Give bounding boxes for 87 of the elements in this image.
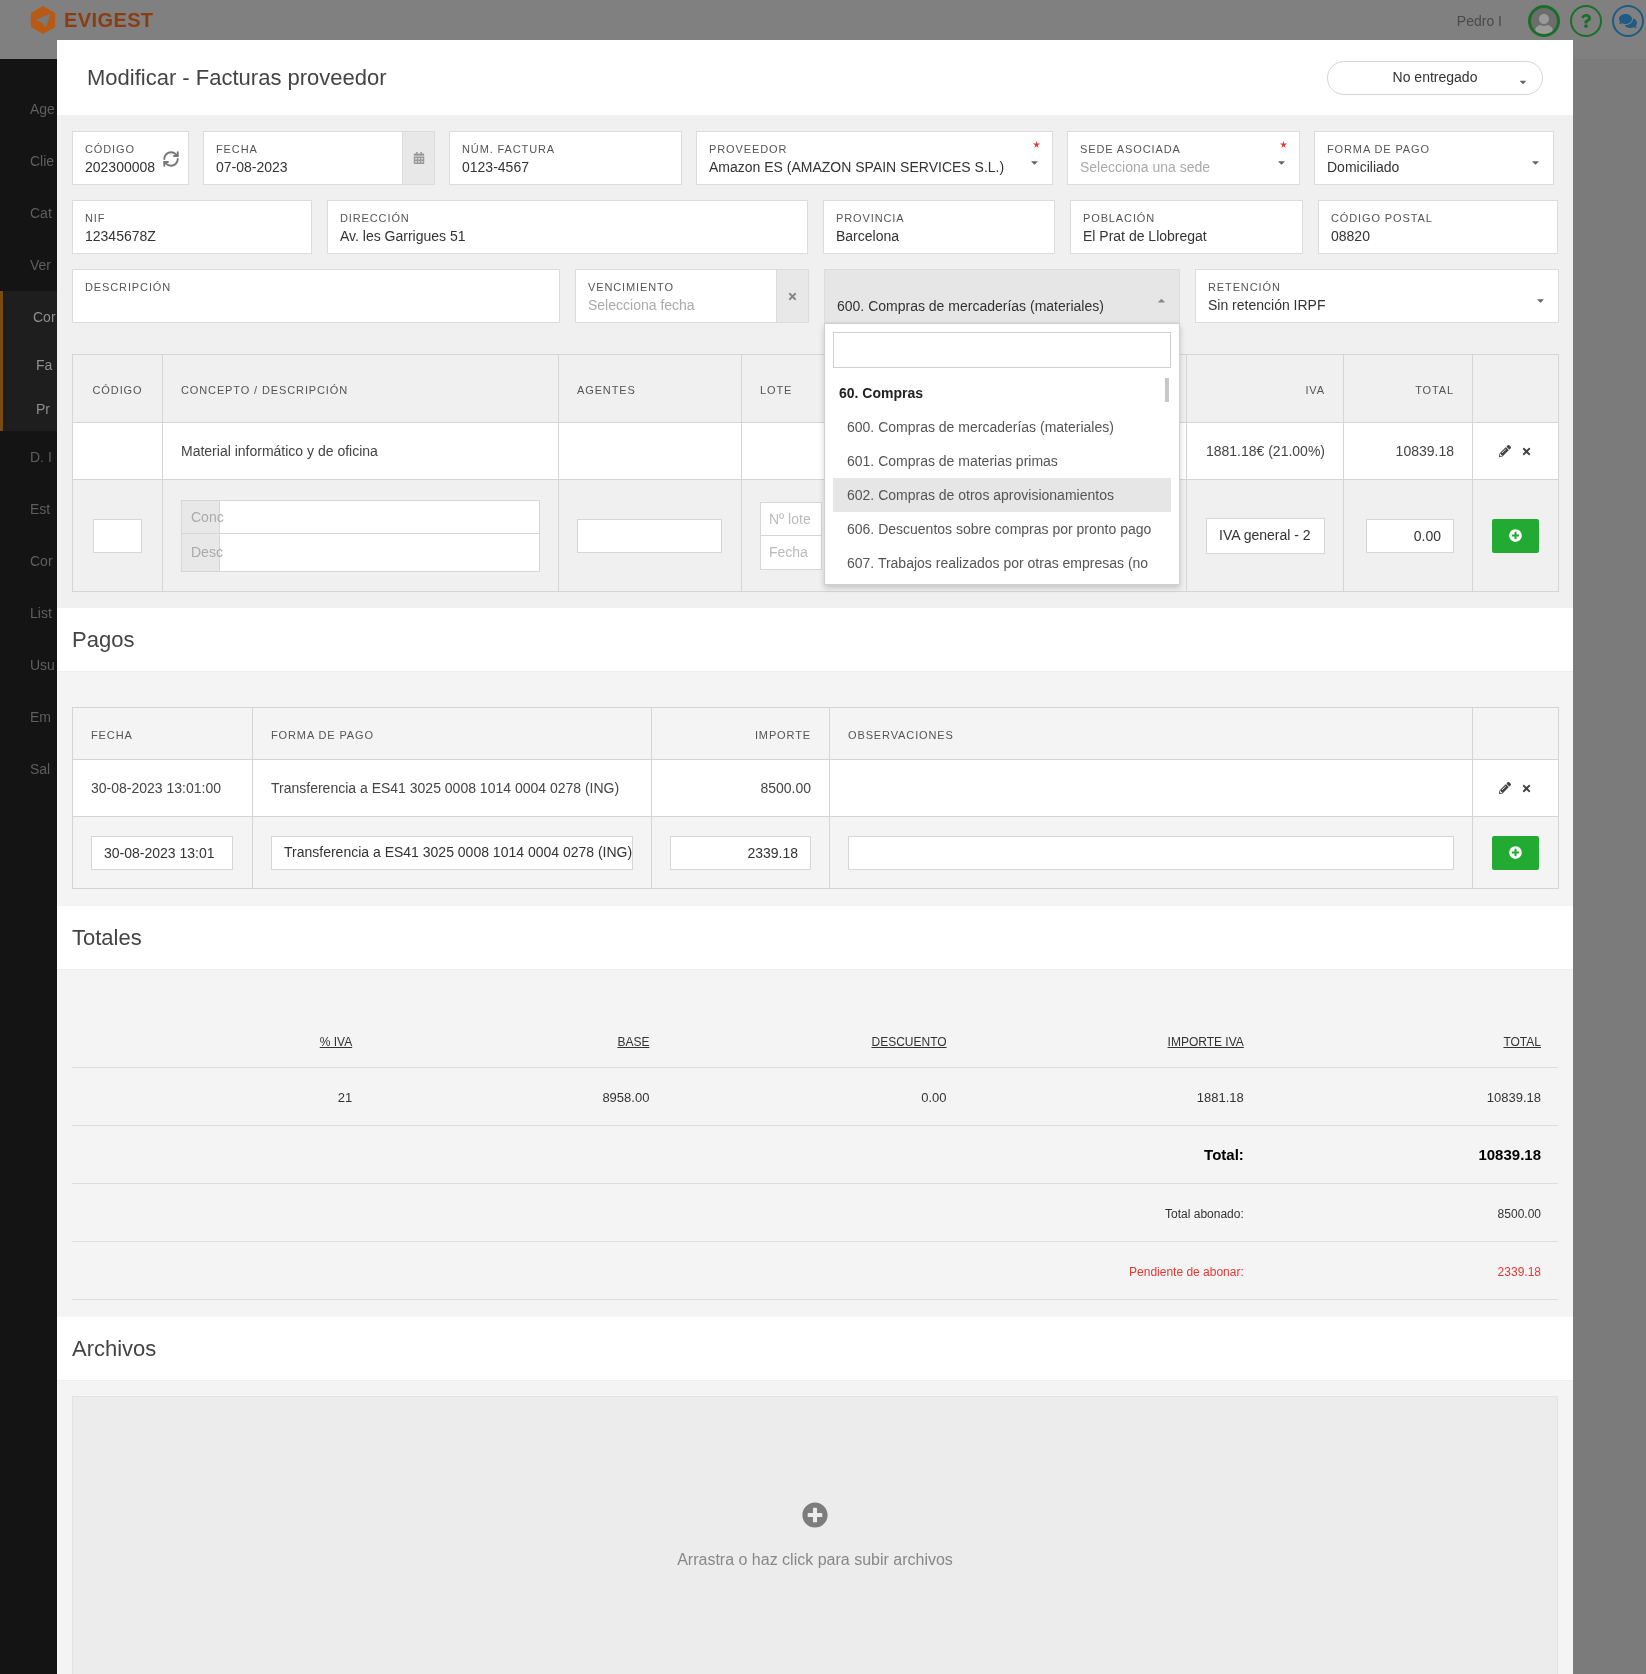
text-field[interactable]	[848, 835, 1454, 870]
text-field[interactable]: PROVINCIA Barcelona	[823, 200, 1055, 254]
code-field[interactable]: CÓDIGO 202300008	[72, 131, 189, 185]
close-icon[interactable]	[1521, 445, 1532, 457]
select-field[interactable]: FORMA DE PAGO Domiciliado	[1314, 131, 1554, 185]
summary-label: Total:	[1204, 1145, 1244, 1163]
text-field[interactable]: DESCRIPCIÓN	[72, 269, 560, 323]
text-field[interactable]: POBLACIÓN El Prat de Llobregat	[1070, 200, 1303, 254]
menu-item[interactable]: Fa	[36, 354, 53, 376]
select-field[interactable]: PROVEEDOR Amazon ES (AMAZON SPAIN SERVICES S.L.)	[696, 131, 1053, 185]
select-field[interactable]: RETENCIÓN Sin retención IRPF	[1195, 269, 1559, 323]
table-cell: 0.00	[921, 1089, 947, 1105]
column-header[interactable]: TOTAL	[1503, 1035, 1541, 1049]
summary-value: 2339.18	[1497, 1264, 1541, 1279]
chat-icon[interactable]	[1612, 5, 1644, 37]
close-icon[interactable]	[1521, 782, 1532, 794]
table-cell: 8500.00	[760, 779, 811, 796]
logo-text: EVIGEST	[64, 8, 154, 33]
column-header: LOTE	[760, 383, 793, 396]
table-cell: 1881.18€ (21.00%)	[1205, 442, 1325, 459]
column-header[interactable]: IMPORTE IVA	[1167, 1035, 1244, 1049]
text-field[interactable]: NIF 12345678Z	[72, 200, 312, 254]
summary-label: Pendiente de abonar:	[1129, 1264, 1244, 1279]
avatar-icon[interactable]	[1528, 5, 1560, 37]
date-field[interactable]: FECHA 07-08-2023	[203, 131, 435, 185]
column-header: TOTAL	[1415, 383, 1454, 396]
column-header: CONCEPTO / DESCRIPCIÓN	[181, 383, 349, 396]
table-cell: 10839.18	[1395, 442, 1454, 459]
table-cell: 8958.00	[602, 1089, 650, 1105]
scrollbar[interactable]	[1165, 378, 1169, 402]
add-button[interactable]	[1492, 518, 1539, 553]
summary-label: Total abonado:	[1165, 1206, 1244, 1221]
add-button[interactable]	[1492, 835, 1539, 870]
total-field[interactable]: 0.00	[1366, 518, 1454, 553]
lot-field[interactable]: Nº lote	[760, 501, 822, 536]
help-icon[interactable]	[1570, 5, 1602, 37]
clear-icon[interactable]	[787, 290, 798, 302]
section-title: Totales	[72, 924, 142, 952]
amount-field[interactable]: 2339.18	[670, 835, 811, 870]
pencil-icon[interactable]	[1499, 782, 1511, 794]
select-field[interactable]: IVA general - 2	[1206, 517, 1325, 554]
code-field[interactable]	[93, 518, 142, 553]
refresh-icon[interactable]	[162, 150, 180, 168]
date-field[interactable]: VENCIMIENTO Selecciona fecha	[575, 269, 809, 323]
column-header[interactable]: DESCUENTO	[871, 1035, 947, 1049]
column-header: IVA	[1305, 383, 1325, 396]
summary-value: 10839.18	[1478, 1145, 1541, 1163]
calendar-icon[interactable]	[412, 152, 425, 164]
date-field[interactable]: 30-08-2023 13:01	[91, 835, 233, 870]
status-select[interactable]: No entregado	[1327, 60, 1543, 95]
plus-icon	[1509, 529, 1522, 542]
column-header: AGENTES	[577, 383, 636, 396]
table-cell: 30-08-2023 13:01:00	[91, 779, 221, 796]
column-header: IMPORTE	[754, 728, 811, 741]
select-field[interactable]: 600. Compras de mercaderías (materiales)	[824, 269, 1180, 323]
section-title: Pagos	[72, 626, 135, 654]
dropdown-option[interactable]: 602. Compras de otros aprovisionamientos	[833, 478, 1171, 512]
table-cell: 21	[337, 1089, 353, 1105]
select-field[interactable]: Transferencia a ES41 3025 0008 1014 0004 0278 (ING)	[271, 835, 633, 870]
plus-icon	[802, 1502, 828, 1528]
table-cell: Transferencia a ES41 3025 0008 1014 0004 0278 (ING)	[271, 779, 620, 796]
pencil-icon[interactable]	[1499, 445, 1511, 457]
column-header: FORMA DE PAGO	[271, 728, 374, 741]
plus-icon	[1509, 846, 1522, 859]
text-field[interactable]	[577, 518, 722, 553]
text-field[interactable]: NÚM. FACTURA 0123-4567	[449, 131, 682, 185]
option-group-label: 60. Compras	[839, 383, 924, 403]
column-header: FECHA	[91, 728, 133, 741]
table-cell: 1881.18	[1196, 1089, 1244, 1105]
text-field[interactable]: DIRECCIÓN Av. les Garrigues 51	[327, 200, 808, 254]
upload-hint: Arrastra o haz click para subir archivos	[677, 1550, 953, 1570]
table-cell: Material informático y de oficina	[181, 442, 378, 459]
logo-icon	[28, 5, 58, 35]
column-header[interactable]: % IVA	[319, 1035, 353, 1049]
menu-item[interactable]: Cor	[33, 306, 56, 328]
column-header[interactable]: BASE	[617, 1035, 650, 1049]
text-field[interactable]: CÓDIGO POSTAL 08820	[1318, 200, 1558, 254]
table-cell: 10839.18	[1486, 1089, 1541, 1105]
menu-item[interactable]: Pr	[36, 398, 50, 420]
select-field[interactable]: SEDE ASOCIADA Selecciona una sede	[1067, 131, 1300, 185]
column-header: OBSERVACIONES	[848, 728, 954, 741]
summary-value: 8500.00	[1497, 1206, 1541, 1221]
search-field[interactable]	[833, 332, 1171, 368]
section-title: Archivos	[72, 1335, 157, 1363]
date-field[interactable]: Fecha	[760, 535, 822, 570]
column-header: CÓDIGO	[92, 383, 143, 396]
modal-title: Modificar - Facturas proveedor	[87, 64, 387, 92]
